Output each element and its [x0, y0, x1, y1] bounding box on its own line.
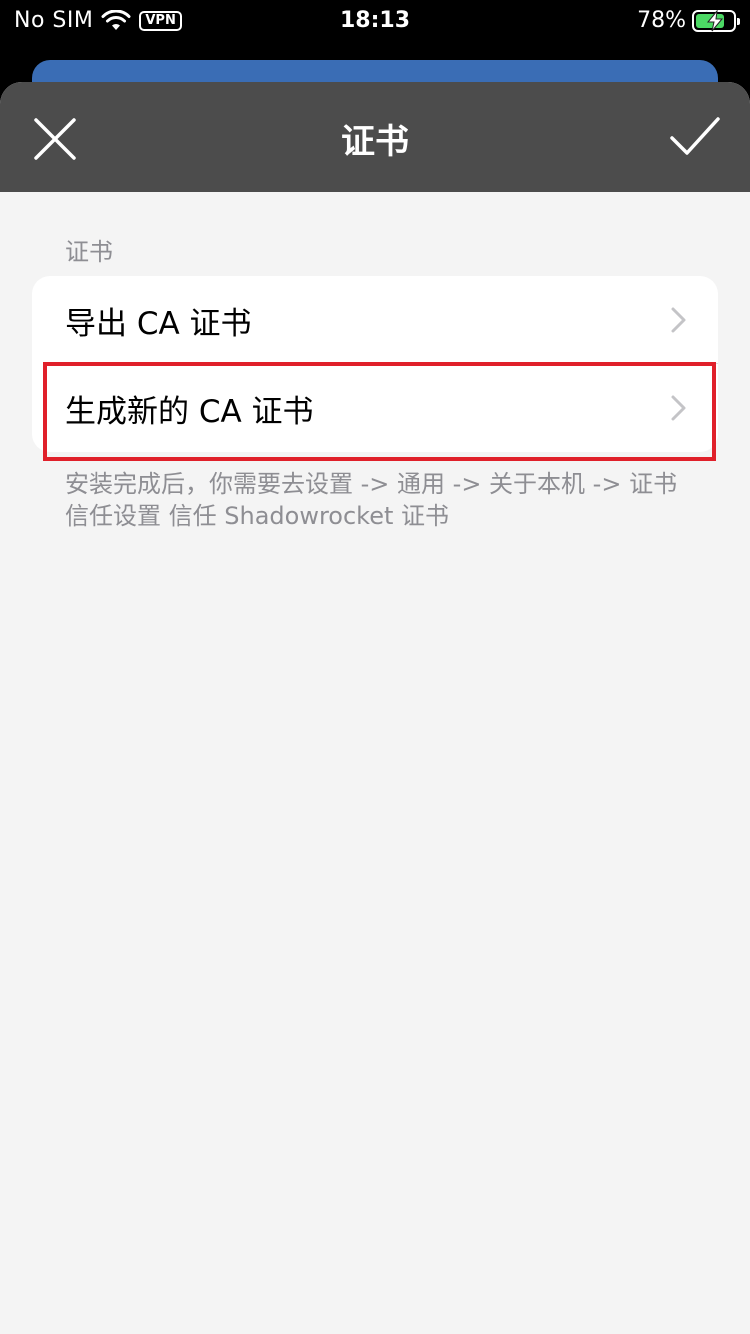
nav-bar: 证书: [0, 82, 750, 192]
status-bar: No SIM VPN 18:13 78%: [0, 0, 750, 40]
status-right: 78%: [637, 8, 740, 33]
chevron-right-icon: [671, 395, 686, 421]
section-footer: 安装完成后，你需要去设置 -> 通用 -> 关于本机 -> 证书信任设置 信任 …: [65, 470, 678, 530]
charging-bolt-icon: [706, 9, 724, 31]
row-label: 生成新的 CA 证书: [65, 393, 314, 430]
page-title: 证书: [341, 122, 409, 162]
certificate-list: 导出 CA 证书 生成新的 CA 证书: [32, 276, 718, 452]
screen: No SIM VPN 18:13 78% 证书 证书 导出 CA 证书 生成新的…: [0, 0, 750, 1334]
row-label: 导出 CA 证书: [65, 305, 252, 342]
battery-icon: [692, 9, 740, 32]
battery-percent: 78%: [637, 8, 686, 33]
generate-new-ca-certificate-row[interactable]: 生成新的 CA 证书: [32, 364, 718, 452]
chevron-right-icon: [671, 307, 686, 333]
checkmark-icon[interactable]: [668, 114, 722, 160]
certificate-sheet: 证书 证书 导出 CA 证书 生成新的 CA 证书 安装完成后，你需要去设置 -…: [0, 82, 750, 1334]
section-header: 证书: [65, 238, 113, 266]
export-ca-certificate-row[interactable]: 导出 CA 证书: [32, 276, 718, 364]
